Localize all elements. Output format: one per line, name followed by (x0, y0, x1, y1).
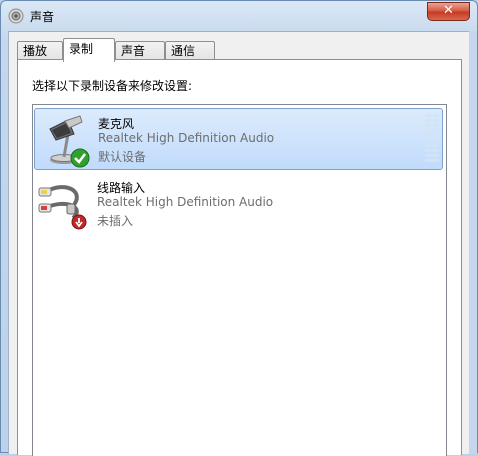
recording-panel: 选择以下录制设备来修改设置: 麦克风 Realtek High Definiti… (17, 59, 462, 456)
tab-communications[interactable]: 通信 (165, 41, 215, 61)
close-button[interactable]: ✕ (427, 2, 470, 21)
sound-dialog: 声音 ✕ 播放 录制 声音 通信 选择以下录制设备来修改设置: 麦克风 Real… (0, 0, 478, 456)
device-item-microphone[interactable]: 麦克风 Realtek High Definition Audio 默认设备 (34, 108, 443, 170)
device-description: Realtek High Definition Audio (97, 195, 274, 209)
title-bar[interactable]: 声音 ✕ (1, 1, 477, 31)
level-meter (425, 114, 439, 164)
tab-playback[interactable]: 播放 (17, 41, 63, 61)
device-list[interactable]: 麦克风 Realtek High Definition Audio 默认设备 线… (32, 104, 447, 456)
window-title: 声音 (30, 10, 55, 24)
tab-sounds[interactable]: 声音 (115, 41, 165, 61)
dialog-client-area: 播放 录制 声音 通信 选择以下录制设备来修改设置: 麦克风 Realtek H… (8, 31, 470, 456)
default-check-icon (70, 148, 90, 168)
window-frame-right (469, 31, 477, 454)
device-status: 默认设备 (98, 150, 147, 164)
device-description: Realtek High Definition Audio (98, 131, 275, 145)
device-name: 麦克风 (98, 117, 135, 131)
tab-recording[interactable]: 录制 (63, 38, 115, 62)
device-name: 线路输入 (97, 181, 146, 195)
speaker-icon (8, 8, 24, 24)
unplugged-icon (71, 214, 87, 230)
device-status: 未插入 (97, 214, 134, 228)
device-item-line-in[interactable]: 线路输入 Realtek High Definition Audio 未插入 (34, 173, 443, 235)
instruction-text: 选择以下录制设备来修改设置: (32, 79, 193, 93)
